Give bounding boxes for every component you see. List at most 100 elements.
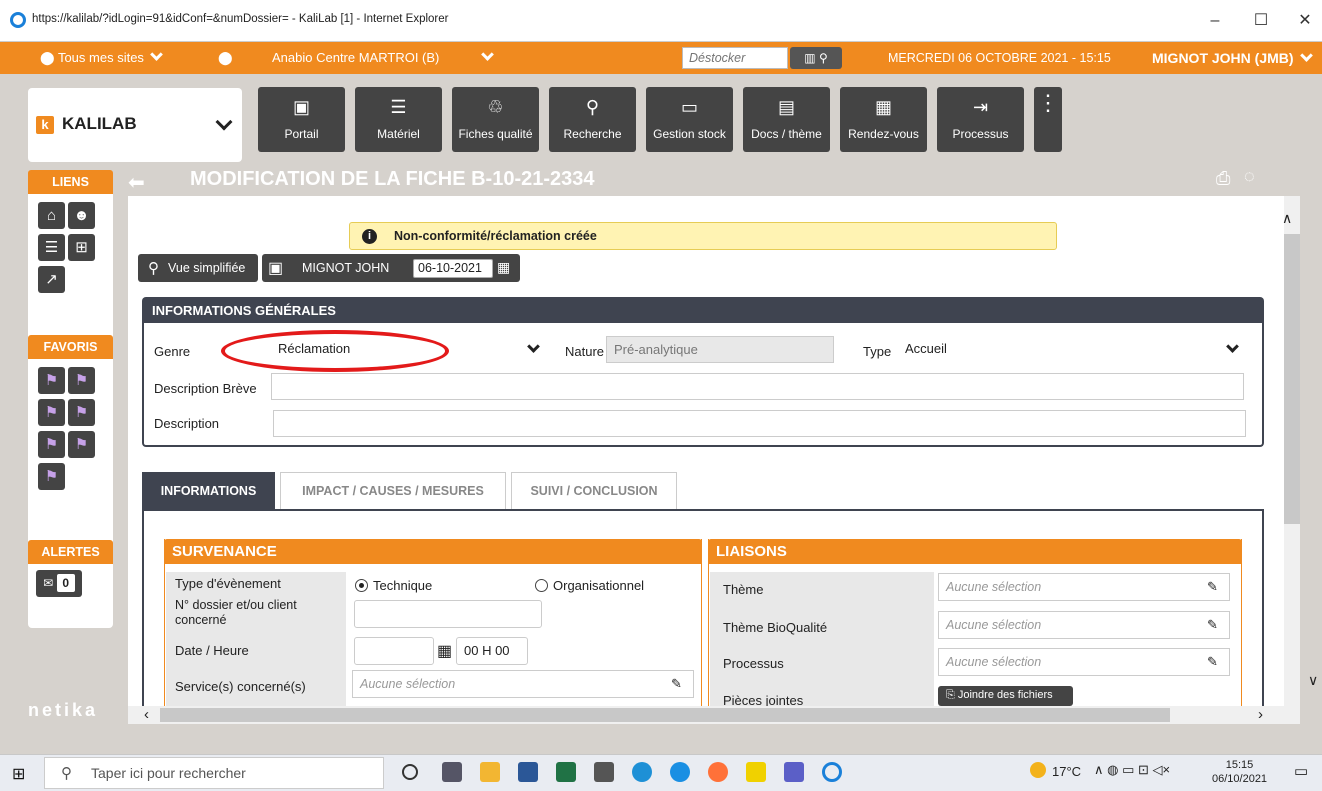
notification-icon[interactable]: ▭ [1294,762,1308,780]
save-icon[interactable]: ▣ [268,258,283,278]
flag-icon[interactable]: ⚑ [38,463,65,490]
file-explorer-icon[interactable] [480,762,500,782]
edit-icon[interactable]: ✎ [1207,655,1221,669]
calculator-icon[interactable] [594,762,614,782]
toolbar-button-recherche[interactable]: ⚲ Recherche [549,87,636,152]
back-arrow-icon[interactable]: ⬅ [128,170,145,195]
theme-placeholder: Aucune sélection [946,580,1042,594]
vertical-scrollbar[interactable] [1284,196,1300,724]
task-view-icon[interactable] [442,762,462,782]
processus-select[interactable]: Aucune sélection ✎ [938,648,1230,676]
toolbar-button-portail[interactable]: ▣ Portail [258,87,345,152]
flag-icon[interactable]: ⚑ [68,431,95,458]
flag-icon[interactable]: ⚑ [68,367,95,394]
toolbar-button-docs-thème[interactable]: ▤ Docs / thème [743,87,830,152]
teams-icon[interactable] [784,762,804,782]
description-breve-input[interactable] [271,373,1244,400]
flag-icon[interactable]: ⚑ [38,399,65,426]
barcode-search-button[interactable]: ▥ ⚲ [790,47,842,69]
user-menu[interactable]: MIGNOT JOHN (JMB) [1152,49,1313,66]
taskbar-clock[interactable]: 15:15 06/10/2021 [1212,758,1267,786]
flag-icon[interactable]: ⚑ [38,367,65,394]
date-input[interactable] [354,637,434,665]
tab-informations[interactable]: INFORMATIONS [142,472,275,509]
scroll-thumb[interactable] [160,708,1170,722]
home-icon[interactable]: ⌂ [38,202,65,229]
edit-icon[interactable]: ✎ [1207,618,1221,632]
print-icon[interactable]: ⎙ [1216,168,1230,189]
heure-input[interactable]: 00 H 00 [456,637,528,665]
tab-impact[interactable]: IMPACT / CAUSES / MESURES [280,472,506,509]
services-select[interactable]: Aucune sélection ✎ [352,670,694,698]
toolbar-button-rendez-vous[interactable]: ▦ Rendez-vous [840,87,927,152]
app-topbar: ⬤ Tous mes sites ⬤ Anabio Centre MARTROI… [0,42,1322,74]
mail-alert-button[interactable]: ✉ 0 [36,570,82,597]
edge-icon[interactable] [632,762,652,782]
flag-icon[interactable]: ⚑ [38,431,65,458]
date-field[interactable]: 06-10-2021 [413,259,493,278]
notice-text: Non-conformité/réclamation créée [394,229,597,243]
teamviewer-icon[interactable] [670,762,690,782]
close-button[interactable]: ✕ [1290,10,1320,32]
dossier-input[interactable] [354,600,542,628]
scroll-down-icon[interactable]: ∨ [1308,672,1318,689]
genre-label: Genre [154,344,191,359]
services-placeholder: Aucune sélection [360,677,456,691]
windows-start-icon[interactable]: ⊞ [12,764,25,784]
scroll-left-icon[interactable]: ‹ [144,706,149,723]
calendar-icon[interactable]: ▦ [437,641,452,661]
internet-explorer-icon[interactable] [822,762,842,782]
joindre-fichiers-button[interactable]: ⎘ Joindre des fichiers [938,686,1073,706]
search-icon: ⚲ [61,765,72,782]
type-select[interactable]: Accueil [898,336,1254,363]
calendar-icon[interactable]: ▦ [497,259,510,276]
more-menu-button[interactable]: ⋮ [1034,87,1062,152]
excel-icon[interactable] [556,762,576,782]
word-icon[interactable] [518,762,538,782]
radio-organisationnel[interactable]: Organisationnel [535,578,644,593]
toolbar-icon: ⚲ [585,97,600,117]
site-selector[interactable]: Anabio Centre MARTROI (B) [272,48,495,65]
taskbar-search[interactable]: ⚲ Taper ici pour rechercher [44,757,384,789]
cortana-icon[interactable] [402,764,418,780]
grid-icon[interactable]: ⊞ [68,234,95,261]
app-selector[interactable]: k KALILAB [28,88,242,162]
tab-suivi[interactable]: SUIVI / CONCLUSION [511,472,677,509]
nature-label: Nature [565,344,605,359]
chevron-down-icon [1299,49,1313,62]
clock-time: 15:15 [1225,759,1254,771]
b-app-icon[interactable] [746,762,766,782]
external-link-icon[interactable]: ↗ [38,266,65,293]
scroll-thumb[interactable] [1284,234,1300,524]
radio-technique[interactable]: Technique [355,578,432,593]
scroll-right-icon[interactable]: › [1258,706,1263,723]
maximize-button[interactable]: ☐ [1246,10,1276,32]
toolbar-button-gestion-stock[interactable]: ▭ Gestion stock [646,87,733,152]
theme-bioqualite-select[interactable]: Aucune sélection ✎ [938,611,1230,639]
description-input[interactable] [273,410,1246,437]
horizontal-scrollbar[interactable] [128,706,1284,724]
type-label: Type [863,344,892,359]
description-label: Description [154,416,220,431]
minimize-button[interactable]: – [1200,10,1230,32]
list-icon[interactable]: ☰ [38,234,65,261]
destocker-input[interactable] [682,47,788,69]
toolbar-button-fiches-qualité[interactable]: ♲ Fiches qualité [452,87,539,152]
lightbulb-icon[interactable]: ◌ [1244,166,1255,187]
scroll-up-icon[interactable]: ∧ [1282,210,1292,227]
toolbar-label: Matériel [377,127,420,141]
toolbar-button-matériel[interactable]: ☰ Matériel [355,87,442,152]
edit-icon[interactable]: ✎ [1207,580,1221,594]
tray-icons[interactable]: ∧ ◍ ▭ ⊡ ◁× [1094,762,1170,778]
edit-icon[interactable]: ✎ [671,677,685,691]
sites-selector[interactable]: ⬤ Tous mes sites [40,48,163,66]
flag-icon[interactable]: ⚑ [68,399,95,426]
vue-simplifiee-button[interactable]: ⚲ Vue simplifiée [138,254,258,282]
firefox-icon[interactable] [708,762,728,782]
favoris-header: FAVORIS [28,335,113,359]
user-icon[interactable]: ☻ [68,202,95,229]
toolbar-button-processus[interactable]: ⇥ Processus [937,87,1024,152]
dossier-label: N° dossier et/ou client concerné [175,598,297,627]
toolbar-icon: ♲ [487,97,504,117]
theme-select[interactable]: Aucune sélection ✎ [938,573,1230,601]
